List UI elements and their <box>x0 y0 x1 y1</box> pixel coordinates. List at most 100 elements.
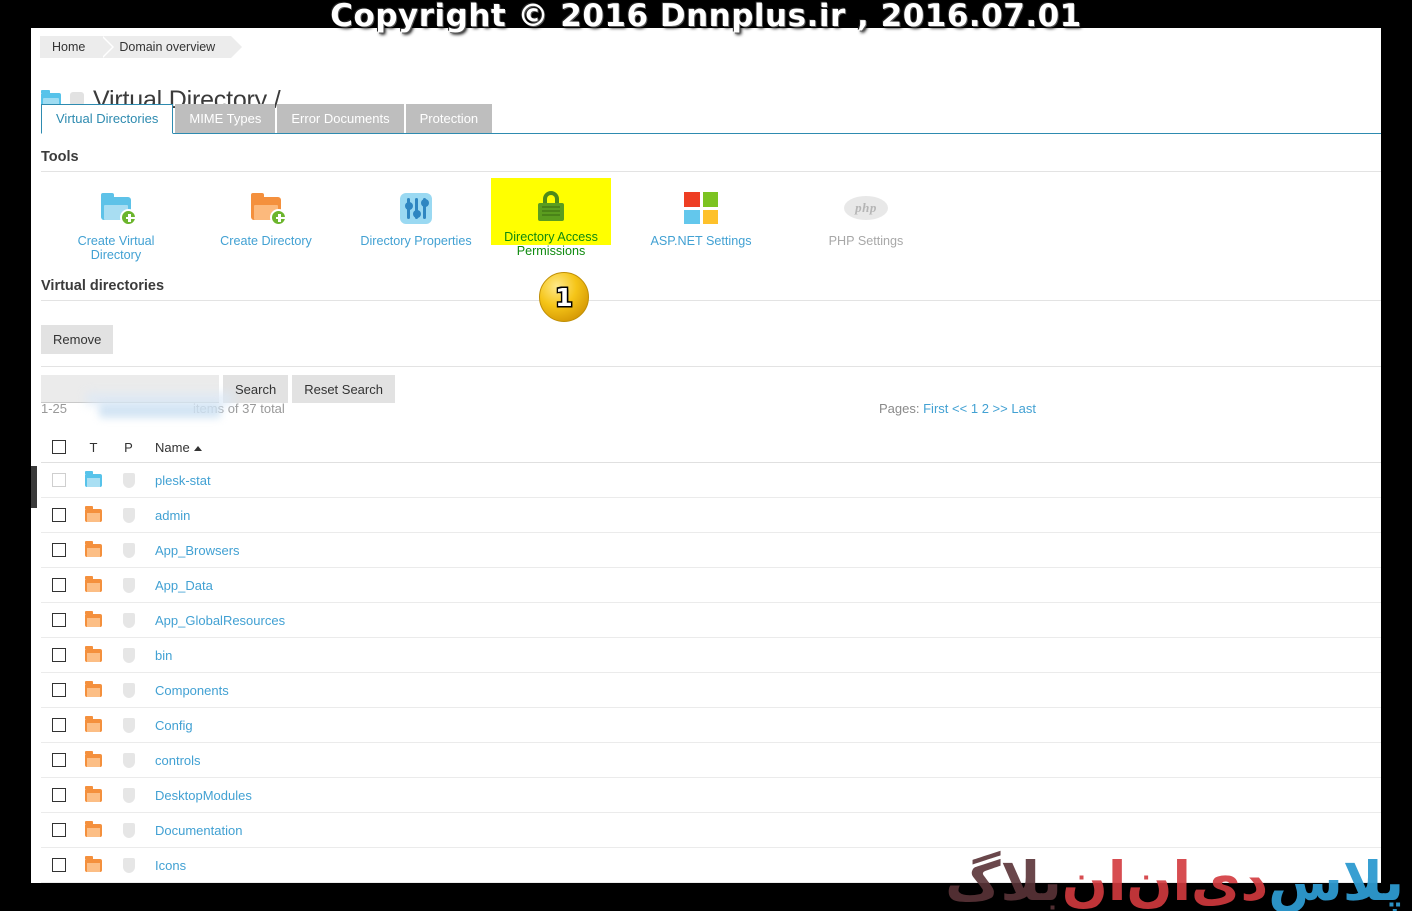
directory-link[interactable]: controls <box>155 753 201 768</box>
tab-mime-types[interactable]: MIME Types <box>175 104 276 133</box>
tool-label: Create Virtual Directory <box>77 234 155 262</box>
tab-virtual-directories[interactable]: Virtual Directories <box>41 104 174 134</box>
row-select-cell <box>41 578 76 592</box>
row-type-cell <box>76 505 111 522</box>
lock-icon <box>538 191 564 221</box>
tab-error-documents[interactable]: Error Documents <box>277 104 404 133</box>
breadcrumb-item-domain-overview[interactable]: Domain overview <box>101 36 245 58</box>
pagination-first[interactable]: First <box>923 401 948 416</box>
microsoft-squares-icon <box>684 191 718 225</box>
row-protection-cell <box>111 472 146 488</box>
list-actions-bar: Remove <box>41 325 114 354</box>
tools-toolbar: Create Virtual Directory Create Director… <box>41 178 1381 273</box>
directory-link[interactable]: App_GlobalResources <box>155 613 285 628</box>
row-name-cell: App_Data <box>146 578 213 593</box>
row-checkbox[interactable] <box>51 508 66 522</box>
tool-label: Directory Access Permissions <box>504 230 598 258</box>
column-header-p[interactable]: P <box>111 440 146 455</box>
breadcrumb-item-home[interactable]: Home <box>40 36 115 58</box>
directory-link[interactable]: DesktopModules <box>155 788 252 803</box>
shield-icon <box>122 787 135 803</box>
remove-button[interactable]: Remove <box>41 325 114 354</box>
row-protection-cell <box>111 857 146 873</box>
folder-blue-icon <box>85 470 102 487</box>
row-protection-cell <box>111 752 146 768</box>
redacted-domain-blur <box>99 403 221 418</box>
row-name-cell: Components <box>146 683 229 698</box>
directory-link[interactable]: Config <box>155 718 193 733</box>
row-select-cell <box>41 718 76 732</box>
directory-link[interactable]: Documentation <box>155 823 242 838</box>
folder-blue-add-icon <box>101 191 137 226</box>
table-header-row: T P Name <box>41 432 1381 463</box>
shield-icon <box>122 857 135 873</box>
row-type-cell <box>76 820 111 837</box>
table-row: Config <box>41 708 1381 743</box>
tool-directory-properties[interactable]: Directory Properties <box>341 178 491 273</box>
column-header-t[interactable]: T <box>76 440 111 455</box>
row-checkbox[interactable] <box>51 718 66 732</box>
tool-aspnet-settings[interactable]: ASP.NET Settings <box>611 178 791 273</box>
row-checkbox[interactable] <box>51 823 66 837</box>
directory-link[interactable]: admin <box>155 508 190 523</box>
folder-orange-icon <box>85 855 102 872</box>
row-type-cell <box>76 470 111 487</box>
directory-link[interactable]: App_Data <box>155 578 213 593</box>
table-row: controls <box>41 743 1381 778</box>
tool-label: Create Directory <box>220 234 312 248</box>
select-all-checkbox[interactable] <box>51 440 66 454</box>
tool-directory-access-permissions[interactable]: Directory Access Permissions <box>491 178 611 258</box>
column-header-name[interactable]: Name <box>146 440 202 455</box>
row-type-cell <box>76 680 111 697</box>
sort-asc-icon <box>193 445 202 451</box>
row-checkbox[interactable] <box>51 753 66 767</box>
shield-icon <box>122 682 135 698</box>
folder-orange-icon <box>85 680 102 697</box>
row-protection-cell <box>111 577 146 593</box>
reset-search-button[interactable]: Reset Search <box>292 375 395 403</box>
pagination-page-2[interactable]: 2 <box>982 401 989 416</box>
row-select-cell <box>41 753 76 767</box>
tool-create-virtual-directory[interactable]: Create Virtual Directory <box>41 178 191 273</box>
left-scrollbar-track[interactable] <box>31 28 37 883</box>
directory-link[interactable]: plesk-stat <box>155 473 211 488</box>
row-checkbox[interactable] <box>51 578 66 592</box>
folder-orange-icon <box>85 715 102 732</box>
tab-protection[interactable]: Protection <box>405 104 493 133</box>
row-checkbox[interactable] <box>51 543 66 557</box>
row-checkbox[interactable] <box>51 858 66 872</box>
folder-orange-icon <box>85 610 102 627</box>
pagination-next[interactable]: >> <box>993 401 1008 416</box>
directory-link[interactable]: Icons <box>155 858 186 873</box>
row-protection-cell <box>111 647 146 663</box>
row-select-cell <box>41 788 76 802</box>
left-scrollbar-thumb[interactable] <box>31 466 37 508</box>
row-name-cell: plesk-stat <box>146 473 211 488</box>
shield-icon <box>122 752 135 768</box>
step-marker-1: 1 <box>539 272 589 322</box>
pagination-last[interactable]: Last <box>1011 401 1036 416</box>
directory-link[interactable]: App_Browsers <box>155 543 240 558</box>
table-row: App_Browsers <box>41 533 1381 568</box>
directory-link[interactable]: bin <box>155 648 172 663</box>
row-type-cell <box>76 715 111 732</box>
virtual-directories-heading: Virtual directories <box>41 278 165 294</box>
row-checkbox[interactable] <box>51 683 66 697</box>
row-protection-cell <box>111 787 146 803</box>
row-checkbox[interactable] <box>51 788 66 802</box>
row-type-cell <box>76 750 111 767</box>
tools-divider-top <box>41 171 1381 172</box>
tool-create-directory[interactable]: Create Directory <box>191 178 341 273</box>
select-all-cell <box>41 440 76 454</box>
pagination-page-1[interactable]: 1 <box>971 401 978 416</box>
row-name-cell: bin <box>146 648 172 663</box>
tab-bar: Virtual Directories MIME Types Error Doc… <box>41 104 1381 134</box>
directory-link[interactable]: Components <box>155 683 229 698</box>
folder-orange-add-icon <box>251 191 287 226</box>
pagination-prev[interactable]: << <box>952 401 967 416</box>
row-select-cell <box>41 858 76 872</box>
row-type-cell <box>76 645 111 662</box>
row-checkbox[interactable] <box>51 613 66 627</box>
row-checkbox[interactable] <box>51 648 66 662</box>
shield-icon <box>122 612 135 628</box>
